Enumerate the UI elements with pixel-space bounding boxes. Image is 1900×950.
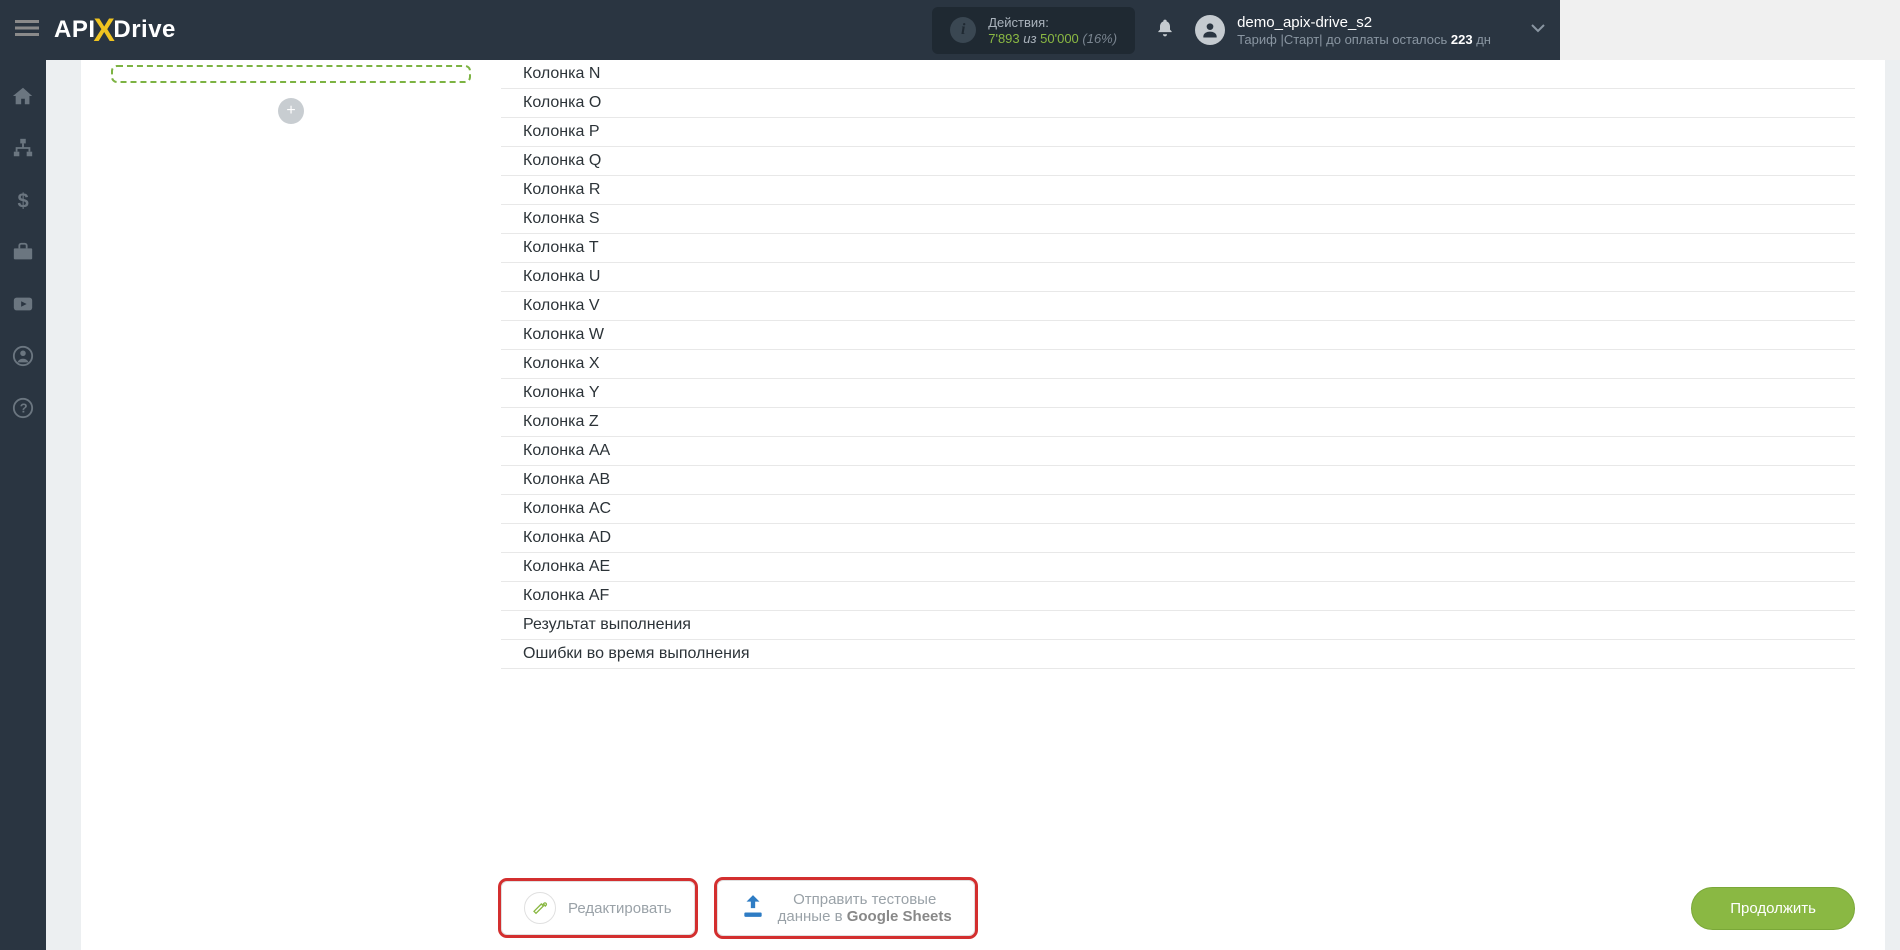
home-icon[interactable] [12, 85, 34, 112]
upload-icon [740, 893, 766, 923]
bottom-actions: Редактировать Отправить тестовые данные … [501, 866, 1855, 950]
logo-x-icon: X [94, 12, 116, 49]
column-row[interactable]: Колонка P [501, 118, 1855, 147]
dashed-dropzone[interactable] [111, 65, 471, 83]
column-row[interactable]: Колонка AD [501, 524, 1855, 553]
column-row[interactable]: Колонка O [501, 89, 1855, 118]
column-row[interactable]: Колонка Y [501, 379, 1855, 408]
columns-list: Колонка NКолонка OКолонка PКолонка QКоло… [501, 60, 1855, 866]
briefcase-icon[interactable] [12, 241, 34, 268]
svg-text:?: ? [20, 401, 28, 416]
column-row[interactable]: Колонка AA [501, 437, 1855, 466]
svg-text:$: $ [18, 190, 29, 211]
hamburger-menu-icon[interactable] [15, 16, 39, 45]
column-row[interactable]: Результат выполнения [501, 611, 1855, 640]
column-row[interactable]: Колонка U [501, 263, 1855, 292]
avatar-icon [1195, 15, 1225, 45]
column-row[interactable]: Колонка Q [501, 147, 1855, 176]
user-plan: Тариф |Старт| до оплаты осталось 223 дн [1237, 32, 1491, 47]
chevron-down-icon [1531, 21, 1545, 39]
column-row[interactable]: Колонка W [501, 321, 1855, 350]
continue-button[interactable]: Продолжить [1691, 887, 1855, 930]
column-row[interactable]: Колонка N [501, 60, 1855, 89]
edit-button[interactable]: Редактировать [501, 881, 695, 935]
column-row[interactable]: Колонка AF [501, 582, 1855, 611]
column-row[interactable]: Колонка AB [501, 466, 1855, 495]
logo-api: API [54, 16, 96, 44]
column-row[interactable]: Колонка V [501, 292, 1855, 321]
column-row[interactable]: Колонка X [501, 350, 1855, 379]
column-row[interactable]: Колонка Z [501, 408, 1855, 437]
edit-label: Редактировать [568, 900, 672, 917]
actions-label: Действия: [988, 15, 1117, 30]
info-icon: i [950, 17, 976, 43]
actions-numbers: 7'893 из 50'000 (16%) [988, 31, 1117, 46]
user-menu[interactable]: demo_apix-drive_s2 Тариф |Старт| до опла… [1195, 14, 1545, 47]
logo-drive: Drive [113, 16, 176, 44]
column-row[interactable]: Колонка AE [501, 553, 1855, 582]
billing-icon[interactable]: $ [12, 189, 34, 216]
column-row[interactable]: Колонка AC [501, 495, 1855, 524]
column-row[interactable]: Ошибки во время выполнения [501, 640, 1855, 669]
logo[interactable]: API X Drive [54, 12, 176, 49]
column-row[interactable]: Колонка R [501, 176, 1855, 205]
help-icon[interactable]: ? [12, 397, 34, 424]
main-content: + Колонка NКолонка OКолонка PКолонка QКо… [46, 60, 1900, 950]
column-row[interactable]: Колонка S [501, 205, 1855, 234]
youtube-icon[interactable] [12, 293, 34, 320]
add-button[interactable]: + [278, 98, 304, 124]
left-panel: + [81, 60, 501, 950]
pencil-icon [524, 892, 556, 924]
user-name: demo_apix-drive_s2 [1237, 14, 1491, 31]
notifications-bell-icon[interactable] [1155, 17, 1175, 44]
send-test-label: Отправить тестовые данные в Google Sheet… [778, 891, 952, 925]
sidebar: $ ? [0, 60, 46, 950]
send-test-button[interactable]: Отправить тестовые данные в Google Sheet… [717, 880, 975, 936]
column-row[interactable]: Колонка T [501, 234, 1855, 263]
connections-icon[interactable] [12, 137, 34, 164]
right-panel: Колонка NКолонка OКолонка PКолонка QКоло… [501, 60, 1885, 950]
actions-usage-box[interactable]: i Действия: 7'893 из 50'000 (16%) [932, 7, 1135, 54]
account-icon[interactable] [12, 345, 34, 372]
app-header: API X Drive i Действия: 7'893 из 50'000 … [0, 0, 1560, 60]
